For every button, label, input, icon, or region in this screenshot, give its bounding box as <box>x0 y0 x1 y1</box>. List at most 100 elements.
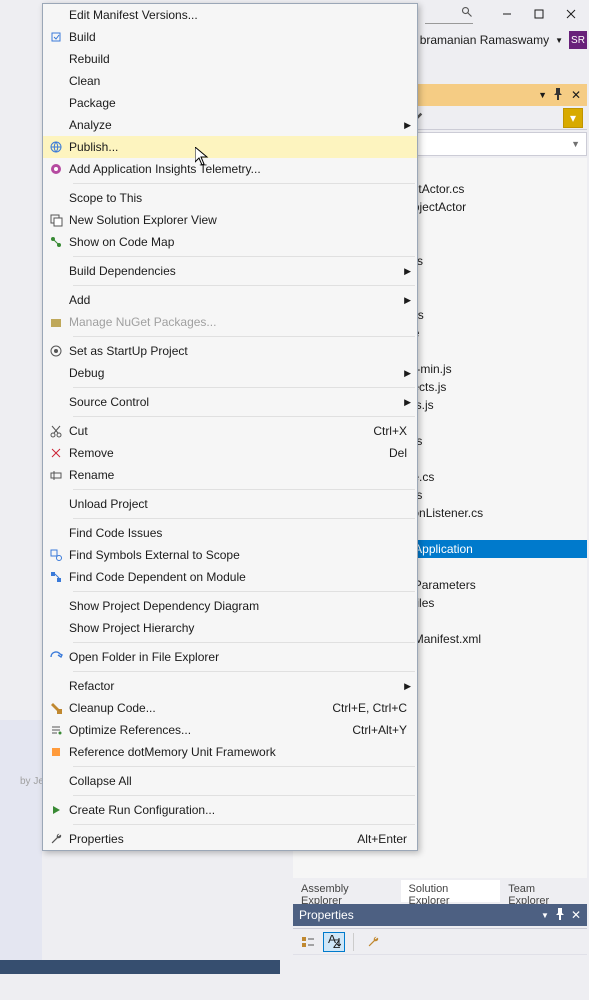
menu-item[interactable]: Open Folder in File Explorer <box>43 646 417 668</box>
menu-item-shortcut: Ctrl+E, Ctrl+C <box>332 701 417 715</box>
properties-title: Properties <box>299 908 354 922</box>
menu-item[interactable]: Find Code Dependent on Module <box>43 566 417 588</box>
startup-icon <box>43 344 69 358</box>
menu-item-label: Analyze <box>69 118 417 132</box>
menu-item-label: Show Project Dependency Diagram <box>69 599 417 613</box>
categorized-button[interactable] <box>297 932 319 952</box>
menu-item[interactable]: Optimize References...Ctrl+Alt+Y <box>43 719 417 741</box>
chevron-down-icon[interactable]: ▼ <box>538 90 547 100</box>
pin-icon[interactable] <box>555 908 565 923</box>
menu-item[interactable]: Collapse All <box>43 770 417 792</box>
menu-item-shortcut: Ctrl+Alt+Y <box>352 723 417 737</box>
menu-item[interactable]: Show Project Dependency Diagram <box>43 595 417 617</box>
menu-item[interactable]: Debug▶ <box>43 362 417 384</box>
close-button[interactable] <box>555 2 587 26</box>
menu-item-label: Collapse All <box>69 774 417 788</box>
menu-item[interactable]: Find Symbols External to Scope <box>43 544 417 566</box>
optimize-icon <box>43 723 69 737</box>
menu-item-label: Properties <box>69 832 357 846</box>
alphabetical-button[interactable]: AZ <box>323 932 345 952</box>
menu-item-label: Build <box>69 30 417 44</box>
menu-item[interactable]: Create Run Configuration... <box>43 799 417 821</box>
menu-item-label: Add <box>69 293 417 307</box>
build-icon <box>43 30 69 44</box>
menu-item-shortcut: Alt+Enter <box>357 832 417 846</box>
menu-item[interactable]: Publish... <box>43 136 417 158</box>
menu-item[interactable]: Package <box>43 92 417 114</box>
menu-item-shortcut: Ctrl+X <box>373 424 417 438</box>
menu-item[interactable]: CutCtrl+X <box>43 420 417 442</box>
maximize-button[interactable] <box>523 2 555 26</box>
user-menu[interactable]: bramanian Ramaswamy ▼ SR <box>420 30 587 50</box>
codemap-icon <box>43 235 69 249</box>
menu-item[interactable]: Unload Project <box>43 493 417 515</box>
title-search[interactable] <box>425 6 473 24</box>
minimize-button[interactable] <box>491 2 523 26</box>
menu-item[interactable]: Set as StartUp Project <box>43 340 417 362</box>
menu-item-label: Find Symbols External to Scope <box>69 548 417 562</box>
menu-item-label: Rename <box>69 468 417 482</box>
tab-assembly-explorer[interactable]: Assembly Explorer <box>293 880 401 902</box>
menu-item[interactable]: Find Code Issues <box>43 522 417 544</box>
menu-item[interactable]: Reference dotMemory Unit Framework <box>43 741 417 763</box>
menu-item[interactable]: Add▶ <box>43 289 417 311</box>
cut-icon <box>43 424 69 438</box>
submenu-arrow-icon: ▶ <box>404 295 411 306</box>
menu-item-label: Show Project Hierarchy <box>69 621 417 635</box>
close-panel-button[interactable]: ✕ <box>569 88 583 102</box>
wrench-icon[interactable] <box>362 932 384 952</box>
user-name: bramanian Ramaswamy <box>420 33 549 47</box>
menu-item-label: Package <box>69 96 417 110</box>
menu-item[interactable]: Add Application Insights Telemetry... <box>43 158 417 180</box>
menu-item: Manage NuGet Packages... <box>43 311 417 333</box>
submenu-arrow-icon: ▶ <box>404 681 411 692</box>
menu-item-label: Debug <box>69 366 417 380</box>
publish-icon <box>43 140 69 154</box>
menu-item[interactable]: Edit Manifest Versions... <box>43 4 417 26</box>
menu-item[interactable]: Scope to This <box>43 187 417 209</box>
menu-item[interactable]: Build <box>43 26 417 48</box>
user-badge: SR <box>569 31 587 49</box>
submenu-arrow-icon: ▶ <box>404 120 411 131</box>
menu-item[interactable]: New Solution Explorer View <box>43 209 417 231</box>
menu-item-label: Clean <box>69 74 417 88</box>
cleanup-icon <box>43 701 69 715</box>
submenu-arrow-icon: ▶ <box>404 368 411 379</box>
menu-item[interactable]: Cleanup Code...Ctrl+E, Ctrl+C <box>43 697 417 719</box>
menu-item[interactable]: Refactor▶ <box>43 675 417 697</box>
menu-item[interactable]: PropertiesAlt+Enter <box>43 828 417 850</box>
menu-item[interactable]: RemoveDel <box>43 442 417 464</box>
pin-icon[interactable] <box>551 88 565 103</box>
menu-item-label: Set as StartUp Project <box>69 344 417 358</box>
menu-item[interactable]: Show Project Hierarchy <box>43 617 417 639</box>
tab-solution-explorer[interactable]: Solution Explorer <box>401 880 501 902</box>
submenu-arrow-icon: ▶ <box>404 266 411 277</box>
runconfig-icon <box>43 803 69 817</box>
openfolder-icon <box>43 650 69 664</box>
menu-item-label: Rebuild <box>69 52 417 66</box>
ai-icon <box>43 162 69 176</box>
menu-item[interactable]: Clean <box>43 70 417 92</box>
nuget-icon <box>43 315 69 329</box>
menu-item[interactable]: Show on Code Map <box>43 231 417 253</box>
menu-item[interactable]: Rename <box>43 464 417 486</box>
newview-icon <box>43 213 69 227</box>
menu-item-shortcut: Del <box>389 446 417 460</box>
menu-item[interactable]: Rebuild <box>43 48 417 70</box>
toolbar-overflow-button[interactable]: ▾ <box>563 108 583 128</box>
menu-item-label: Manage NuGet Packages... <box>69 315 417 329</box>
menu-item[interactable]: Analyze▶ <box>43 114 417 136</box>
chevron-down-icon[interactable]: ▼ <box>541 911 549 920</box>
explorer-tabs: Assembly Explorer Solution Explorer Team… <box>293 880 587 902</box>
props-icon <box>43 832 69 846</box>
menu-item-label: Reference dotMemory Unit Framework <box>69 745 417 759</box>
properties-header: Properties ▼ ✕ <box>293 904 587 926</box>
menu-item[interactable]: Build Dependencies▶ <box>43 260 417 282</box>
tab-team-explorer[interactable]: Team Explorer <box>500 880 587 902</box>
menu-item-label: Show on Code Map <box>69 235 417 249</box>
menu-item[interactable]: Source Control▶ <box>43 391 417 413</box>
dotmem-icon <box>43 745 69 759</box>
menu-item-label: Unload Project <box>69 497 417 511</box>
search-icon <box>461 6 473 23</box>
close-panel-button[interactable]: ✕ <box>571 908 581 922</box>
